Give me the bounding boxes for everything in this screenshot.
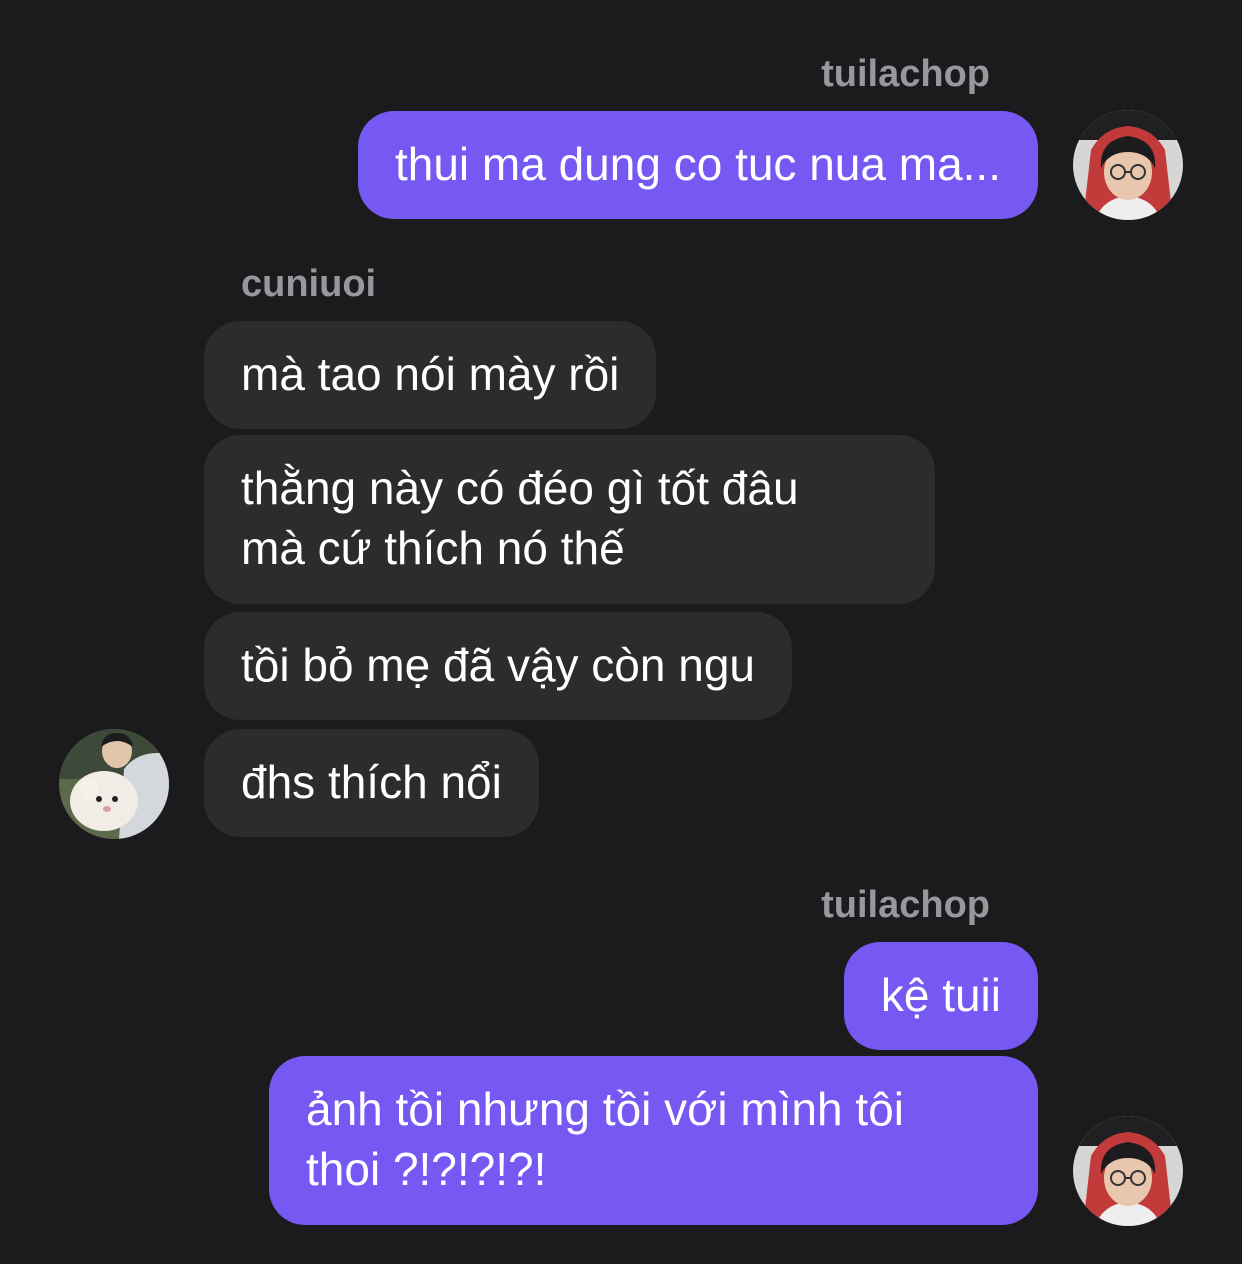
sender-name-tuilachop: tuilachop (821, 884, 990, 926)
message-text-line: mà cứ thích nó thế (241, 522, 625, 574)
message-bubble-incoming[interactable]: tồi bỏ mẹ đã vậy còn ngu (204, 612, 792, 720)
message-text-line: ảnh tồi nhưng tồi với mình tôi (306, 1083, 904, 1135)
avatar-photo-icon (1073, 110, 1183, 220)
message-bubble-outgoing[interactable]: kệ tuii (843, 942, 1038, 1050)
avatar-tuilachop[interactable] (1073, 110, 1183, 220)
message-bubble-incoming[interactable]: thằng này có đéo gì tốt đâu mà cứ thích … (204, 435, 935, 604)
sender-name-tuilachop: tuilachop (821, 53, 990, 95)
message-text: mà tao nói mày rồi (241, 348, 620, 400)
message-bubble-incoming[interactable]: mà tao nói mày rồi (204, 321, 657, 429)
avatar-photo-icon (1073, 1116, 1183, 1226)
message-text: thui ma dung co tuc nua ma... (394, 138, 1001, 190)
message-text-line: thoi ?!?!?!?! (306, 1143, 547, 1195)
message-text: tồi bỏ mẹ đã vậy còn ngu (241, 639, 755, 691)
avatar-cuniuoi[interactable] (59, 729, 169, 839)
message-bubble-outgoing[interactable]: ảnh tồi nhưng tồi với mình tôi thoi ?!?!… (269, 1056, 1038, 1225)
avatar-photo-icon (59, 729, 169, 839)
avatar-tuilachop[interactable] (1073, 1116, 1183, 1226)
message-text: đhs thích nổi (241, 756, 502, 808)
message-text: kệ tuii (880, 969, 1001, 1021)
sender-name-cuniuoi: cuniuoi (241, 263, 377, 305)
message-bubble-incoming[interactable]: đhs thích nổi (204, 729, 539, 837)
message-bubble-outgoing[interactable]: thui ma dung co tuc nua ma... (357, 111, 1038, 219)
message-text-line: thằng này có đéo gì tốt đâu (241, 462, 799, 514)
